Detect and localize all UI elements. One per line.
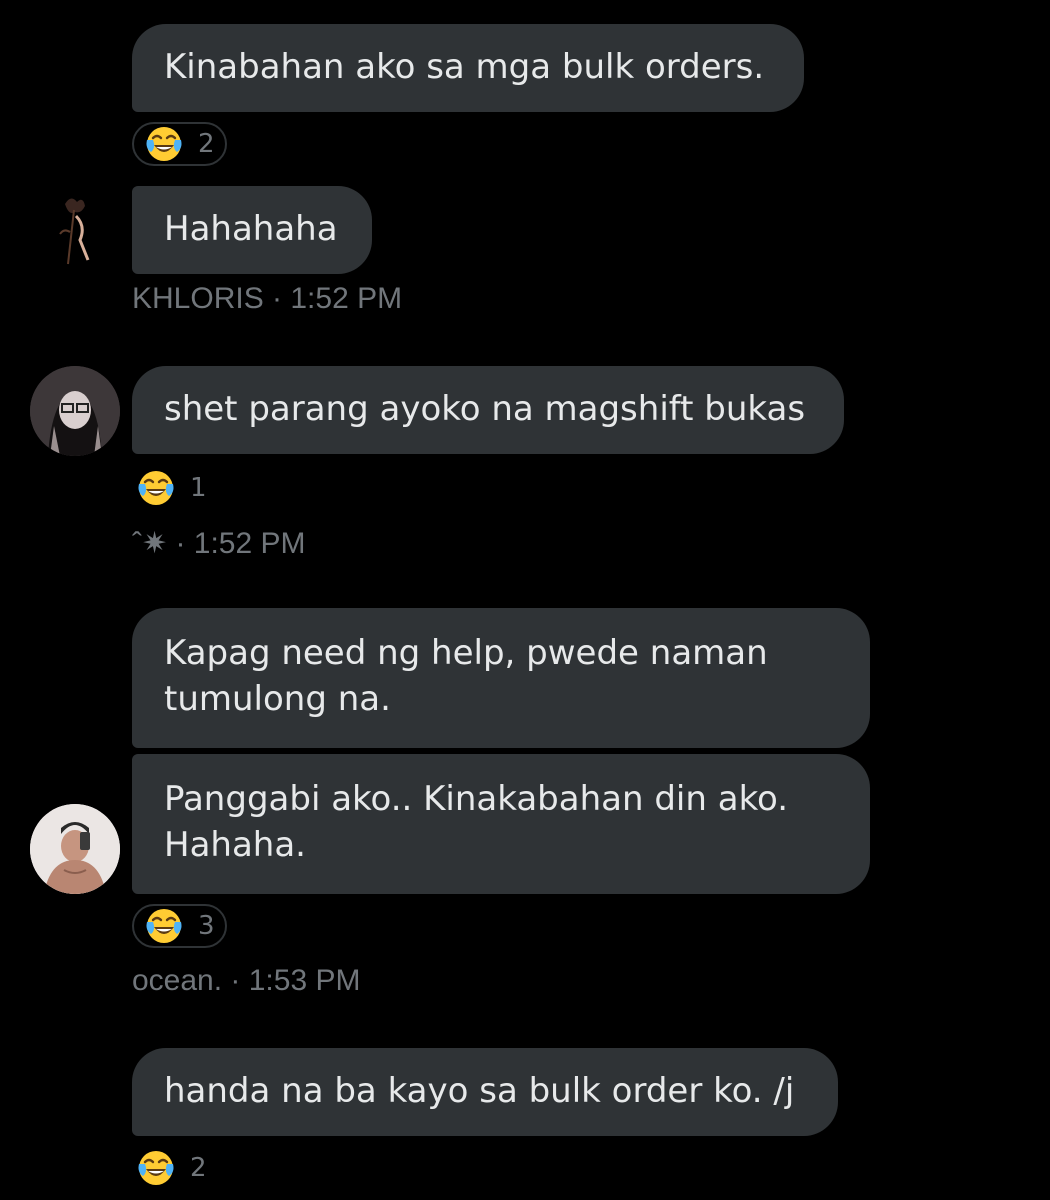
face-with-tears-of-joy-icon — [136, 468, 176, 508]
face-with-tears-of-joy-icon — [136, 1148, 176, 1188]
message-text: Kinabahan ako sa mga bulk orders. — [164, 47, 765, 87]
message-bubble[interactable]: Kapag need ng help, pwede naman tumulong… — [132, 608, 870, 748]
message-bubble[interactable]: Hahahaha — [132, 186, 372, 274]
message-text: shet parang ayoko na magshift bukas — [164, 389, 806, 429]
avatar-user[interactable] — [30, 366, 120, 456]
reaction-pill[interactable]: 1 — [126, 466, 217, 510]
reaction-count: 3 — [198, 911, 215, 941]
message-meta: ˆ✷ · 1:52 PM — [132, 527, 306, 560]
reaction-count: 1 — [190, 473, 207, 503]
message-bubble[interactable]: Panggabi ako.. Kinakabahan din ako. Haha… — [132, 754, 870, 894]
reaction-pill[interactable]: 2 — [132, 122, 227, 166]
message-bubble[interactable]: handa na ba kayo sa bulk order ko. /j — [132, 1048, 838, 1136]
message-text: Panggabi ako.. Kinakabahan din ako. Haha… — [164, 779, 789, 865]
face-with-tears-of-joy-icon — [144, 906, 184, 946]
reaction-count: 2 — [198, 129, 215, 159]
message-meta: ocean. · 1:53 PM — [132, 964, 361, 997]
reaction-count: 2 — [190, 1153, 207, 1183]
reaction-pill[interactable]: 3 — [132, 904, 227, 948]
message-meta: KHLORIS · 1:52 PM — [132, 282, 403, 315]
avatar-khloris[interactable] — [30, 186, 120, 276]
message-text: Kapag need ng help, pwede naman tumulong… — [164, 633, 768, 719]
reaction-pill[interactable]: 2 — [126, 1146, 217, 1190]
avatar-ocean[interactable] — [30, 804, 120, 894]
message-bubble[interactable]: Kinabahan ako sa mga bulk orders. — [132, 24, 804, 112]
message-text: handa na ba kayo sa bulk order ko. /j — [164, 1071, 795, 1111]
message-bubble[interactable]: shet parang ayoko na magshift bukas — [132, 366, 844, 454]
face-with-tears-of-joy-icon — [144, 124, 184, 164]
message-text: Hahahaha — [164, 209, 338, 249]
